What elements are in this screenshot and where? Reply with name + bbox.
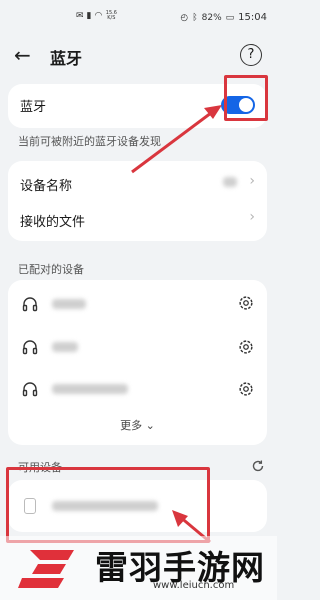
brand-logo-icon	[18, 550, 74, 588]
watermark-url: www.leiucn.com	[153, 580, 235, 591]
annotation-arrows	[131, 105, 222, 544]
watermark: 雷羽手游网 www.leiucn.com	[0, 536, 277, 600]
